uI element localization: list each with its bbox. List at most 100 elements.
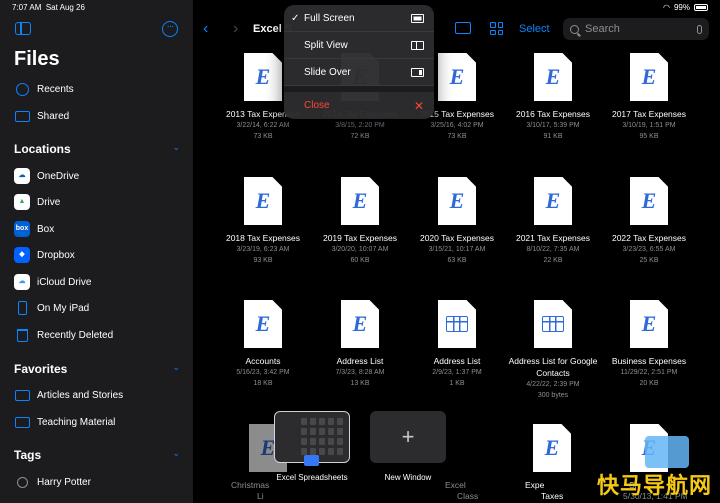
file-size: 18 KB (253, 380, 273, 387)
microphone-icon[interactable] (697, 24, 702, 34)
file-date: 3/15/21, 10:17 AM (428, 246, 486, 253)
new-window-button[interactable]: + (370, 411, 446, 463)
split-view-icon (411, 40, 424, 50)
file-item[interactable]: E Business Expenses 11/29/22, 2:51 PM 20 KB (603, 300, 695, 389)
trash-icon (14, 327, 30, 343)
menu-item-split-view[interactable]: Split View (284, 32, 434, 59)
shared-folder-icon (14, 108, 30, 124)
file-size: 60 KB (350, 257, 370, 264)
thumbnail-tile (310, 428, 316, 435)
select-button[interactable]: Select (519, 23, 550, 35)
grid-view-icon[interactable] (490, 22, 503, 35)
tags-header[interactable]: Tags ⌄ (14, 448, 180, 462)
file-item[interactable]: E 2017 Tax Expenses 3/10/19, 1:51 PM 95 KB (603, 53, 695, 142)
thumbnail-tile (301, 418, 307, 425)
thumbnail-tile (337, 418, 343, 425)
thumbnail-tile (328, 448, 334, 455)
excel-file-icon: E (244, 177, 282, 225)
favorites-header[interactable]: Favorites ⌄ (14, 362, 180, 376)
file-name: 2020 Tax Expenses (419, 233, 495, 243)
sidebar-toggle-icon[interactable] (15, 22, 31, 35)
locations-header[interactable]: Locations ⌄ (14, 142, 180, 156)
folder-icon[interactable] (645, 436, 689, 468)
sidebar-item-recents[interactable]: Recents (14, 79, 74, 99)
file-item[interactable]: E 2021 Tax Expenses 8/10/22, 7:35 AM 22 KB (507, 177, 599, 266)
file-item[interactable]: Address List for Google Contacts 4/22/22,… (507, 300, 599, 401)
thumbnail-tile (328, 438, 334, 445)
icloud-icon: ☁ (14, 274, 30, 290)
file-size: 1 KB (449, 380, 465, 387)
thumbnail-tile (319, 428, 325, 435)
file-size: 22 KB (543, 257, 563, 264)
file-date: 8/10/22, 7:35 AM (526, 246, 580, 253)
shelf-window-label: Excel Spreadsheets (276, 473, 348, 482)
file-item[interactable]: E 2020 Tax Expenses 3/15/21, 10:17 AM 63 KB (411, 177, 503, 266)
file-date: 3/8/15, 2:20 PM (335, 122, 385, 129)
file-name: 2021 Tax Expenses (515, 233, 591, 243)
file-item-partial[interactable]: E (506, 424, 598, 472)
sidebar-item-dropbox[interactable]: ◆ Dropbox (14, 245, 75, 265)
box-icon: box (14, 221, 30, 237)
file-date: 3/22/14, 6:22 AM (236, 122, 290, 129)
file-item[interactable]: E 2022 Tax Expenses 3/23/23, 6:55 AM 25 KB (603, 177, 695, 266)
file-item[interactable]: E 2018 Tax Expenses 3/23/19, 6:23 AM 93 KB (217, 177, 309, 266)
status-right: ◠ 99% (663, 3, 708, 12)
menu-item-slide-over[interactable]: Slide Over (284, 59, 434, 86)
menu-item-full-screen[interactable]: ✓ Full Screen (284, 5, 434, 32)
thumbnail-tile (310, 418, 316, 425)
back-chevron-icon[interactable]: ‹ (203, 20, 208, 38)
plus-icon: + (401, 424, 415, 449)
file-size: 13 KB (350, 380, 370, 387)
file-name: 2016 Tax Expenses (515, 109, 591, 119)
sidebar-item-icloud-drive[interactable]: ☁ iCloud Drive (14, 272, 91, 292)
sidebar-item-drive[interactable]: ▲ Drive (14, 192, 60, 212)
new-folder-icon[interactable] (455, 22, 471, 34)
excel-file-icon: E (438, 177, 476, 225)
file-item[interactable]: E Accounts 5/16/23, 3:42 PM 18 KB (217, 300, 309, 389)
ipad-icon (14, 300, 30, 316)
full-screen-icon (411, 13, 424, 23)
sidebar-item-tag-harry-potter[interactable]: Harry Potter (14, 472, 91, 492)
sidebar-item-articles-and-stories[interactable]: Articles and Stories (14, 385, 123, 405)
file-item[interactable]: E Address List 7/3/23, 8:28 AM 13 KB (314, 300, 406, 389)
excel-file-icon: E (534, 53, 572, 101)
numbers-file-icon (438, 300, 476, 348)
files-app-icon (304, 455, 319, 466)
file-date: 3/10/19, 1:51 PM (622, 122, 676, 129)
wifi-icon: ◠ (663, 3, 670, 12)
file-size: 95 KB (639, 133, 659, 140)
file-size: 73 KB (253, 133, 273, 140)
file-size: 20 KB (639, 380, 659, 387)
file-item[interactable]: E 2019 Tax Expenses 3/20/20, 10:07 AM 60 KB (314, 177, 406, 266)
table-glyph (446, 316, 468, 332)
numbers-file-icon (534, 300, 572, 348)
file-name: 2018 Tax Expenses (225, 233, 301, 243)
excel-file-icon: E (341, 300, 379, 348)
search-field[interactable]: Search (563, 18, 709, 40)
forward-chevron-icon[interactable]: › (233, 20, 238, 38)
file-size: 93 KB (253, 257, 273, 264)
sidebar: ··· Files Recents Shared Locations ⌄ ☁ O… (0, 0, 193, 503)
thumbnail-tile (337, 448, 343, 455)
sidebar-item-teaching-material[interactable]: Teaching Material (14, 412, 115, 432)
thumbnail-tile (319, 448, 325, 455)
file-date: 11/29/22, 2:51 PM (620, 369, 678, 376)
toolbar: ‹ › Excel S Select Search (193, 18, 720, 42)
sidebar-item-onedrive[interactable]: ☁ OneDrive (14, 166, 79, 186)
sidebar-item-box[interactable]: box Box (14, 219, 54, 239)
file-date: 3/10/17, 5:39 PM (526, 122, 580, 129)
excel-file-icon: E (438, 53, 476, 101)
more-options-icon[interactable]: ··· (162, 21, 178, 37)
file-name: Accounts (245, 356, 281, 366)
file-date: 3/25/16, 4:02 PM (430, 122, 484, 129)
sidebar-item-shared[interactable]: Shared (14, 106, 69, 126)
file-item[interactable]: E 2016 Tax Expenses 3/10/17, 5:39 PM 91 KB (507, 53, 599, 142)
sidebar-item-recently-deleted[interactable]: Recently Deleted (14, 325, 113, 345)
file-item[interactable]: Address List 2/9/23, 1:37 PM 1 KB (411, 300, 503, 389)
menu-item-close[interactable]: Close ✕ (284, 92, 434, 119)
file-browser: ‹ › Excel S Select Search E 2013 Tax Expe… (193, 0, 720, 503)
checkmark-icon: ✓ (291, 12, 300, 24)
sidebar-item-on-my-ipad[interactable]: On My iPad (14, 298, 89, 318)
partial-file-label: Taxes (541, 491, 564, 501)
excel-file-icon: E (244, 53, 282, 101)
